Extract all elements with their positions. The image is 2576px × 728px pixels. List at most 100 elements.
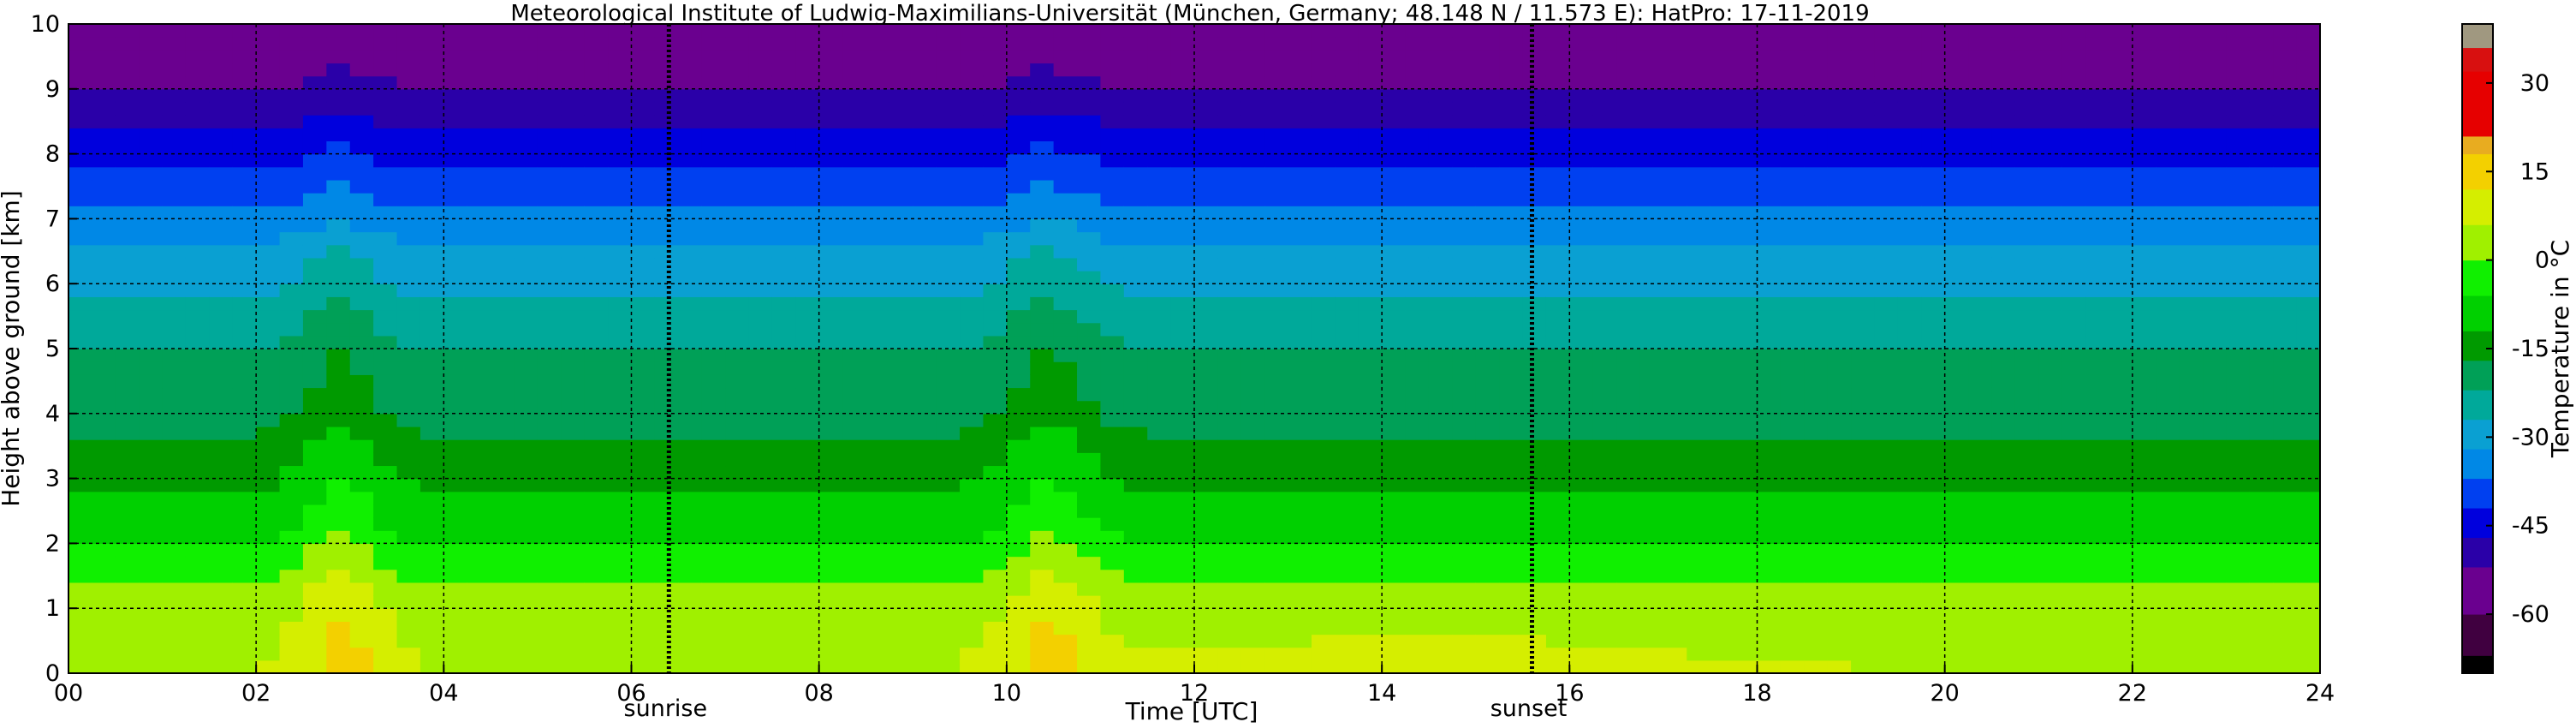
- heatmap-cell: [92, 478, 116, 492]
- heatmap-cell: [1077, 556, 1102, 570]
- heatmap-cell: [1592, 24, 1617, 38]
- heatmap-cell: [2179, 634, 2204, 648]
- heatmap-cell: [771, 504, 796, 518]
- heatmap-cell: [1921, 140, 1946, 155]
- heatmap-cell: [1734, 569, 1758, 583]
- heatmap-cell: [1170, 621, 1195, 636]
- heatmap-cell: [701, 88, 726, 103]
- heatmap-cell: [349, 140, 374, 155]
- heatmap-cell: [396, 63, 421, 77]
- heatmap-cell: [771, 439, 796, 453]
- heatmap-cell: [771, 387, 796, 402]
- heatmap-cell: [2038, 582, 2063, 596]
- heatmap-cell: [584, 322, 609, 337]
- heatmap-cell: [2296, 206, 2321, 219]
- heatmap-cell: [443, 206, 468, 219]
- heatmap-cell: [1053, 400, 1078, 415]
- heatmap-cell: [2061, 231, 2086, 246]
- heatmap-cell: [1991, 361, 2016, 375]
- heatmap-cell: [1217, 37, 1242, 51]
- heatmap-cell: [631, 271, 656, 284]
- heatmap-cell: [1264, 608, 1289, 622]
- heatmap-cell: [2249, 283, 2274, 297]
- heatmap-cell: [818, 569, 843, 583]
- heatmap-cell: [2296, 335, 2321, 349]
- heatmap-cell: [795, 50, 820, 64]
- heatmap-cell: [1874, 231, 1899, 246]
- heatmap-cell: [2156, 218, 2180, 233]
- heatmap-cell: [279, 595, 304, 609]
- heatmap-cell: [2038, 530, 2063, 544]
- heatmap-cell: [1804, 413, 1829, 427]
- heatmap-cell: [2296, 556, 2321, 570]
- heatmap-cell: [2132, 361, 2157, 375]
- heatmap-cell: [795, 283, 820, 297]
- heatmap-cell: [2109, 361, 2133, 375]
- heatmap-cell: [1264, 101, 1289, 116]
- heatmap-cell: [631, 218, 656, 233]
- heatmap-cell: [1240, 452, 1265, 467]
- heatmap-cell: [467, 608, 491, 622]
- heatmap-cell: [115, 400, 140, 415]
- heatmap-cell: [2273, 88, 2298, 103]
- heatmap-cell: [162, 608, 187, 622]
- heatmap-cell: [2273, 504, 2298, 518]
- heatmap-cell: [537, 309, 562, 324]
- heatmap-cell: [1311, 374, 1336, 389]
- heatmap-cell: [1170, 556, 1195, 570]
- heatmap-cell: [2038, 504, 2063, 518]
- heatmap-cell: [2203, 413, 2228, 427]
- heatmap-cell: [1147, 569, 1172, 583]
- heatmap-cell: [1968, 335, 1993, 349]
- heatmap-cell: [2132, 63, 2157, 77]
- heatmap-cell: [1968, 88, 1993, 103]
- heatmap-cell: [1382, 179, 1407, 194]
- heatmap-cell: [1639, 647, 1664, 661]
- heatmap-cell: [491, 452, 515, 467]
- heatmap-cell: [936, 193, 961, 206]
- heatmap-cell: [1545, 50, 1570, 64]
- heatmap-cell: [1264, 179, 1289, 194]
- heatmap-cell: [349, 257, 374, 272]
- heatmap-cell: [1616, 88, 1641, 103]
- heatmap-cell: [1663, 24, 1687, 38]
- heatmap-cell: [1545, 569, 1570, 583]
- heatmap-cell: [913, 153, 937, 168]
- heatmap-cell: [256, 257, 281, 272]
- heatmap-cell: [1851, 569, 1876, 583]
- heatmap-cell: [139, 24, 164, 38]
- heatmap-cell: [1663, 608, 1687, 622]
- heatmap-cell: [1851, 283, 1876, 297]
- heatmap-cell: [1897, 452, 1922, 467]
- heatmap-cell: [2132, 387, 2157, 402]
- heatmap-cell: [1217, 413, 1242, 427]
- heatmap-cell: [537, 491, 562, 505]
- heatmap-cell: [1921, 659, 1946, 674]
- heatmap-cell: [1757, 309, 1782, 324]
- heatmap-cell: [1147, 634, 1172, 648]
- heatmap-cell: [1827, 309, 1852, 324]
- heatmap-cell: [818, 257, 843, 272]
- heatmap-cell: [1780, 569, 1805, 583]
- heatmap-cell: [1874, 569, 1899, 583]
- heatmap-cell: [2109, 621, 2133, 636]
- heatmap-cell: [701, 296, 726, 311]
- heatmap-cell: [936, 257, 961, 272]
- heatmap-cell: [92, 452, 116, 467]
- heatmap-cell: [1499, 244, 1524, 259]
- heatmap-cell: [2014, 296, 2039, 311]
- heatmap-cell: [654, 309, 679, 324]
- heatmap-cell: [115, 608, 140, 622]
- heatmap-cell: [279, 37, 304, 51]
- heatmap-cell: [1592, 193, 1617, 206]
- heatmap-cell: [396, 426, 421, 440]
- heatmap-cell: [1077, 88, 1102, 103]
- heatmap-cell: [936, 400, 961, 415]
- heatmap-cell: [1147, 244, 1172, 259]
- heatmap-cell: [1053, 465, 1078, 480]
- heatmap-cell: [1030, 569, 1055, 583]
- heatmap-cell: [1217, 88, 1242, 103]
- heatmap-cell: [1428, 452, 1453, 467]
- heatmap-cell: [1217, 647, 1242, 661]
- heatmap-cell: [913, 361, 937, 375]
